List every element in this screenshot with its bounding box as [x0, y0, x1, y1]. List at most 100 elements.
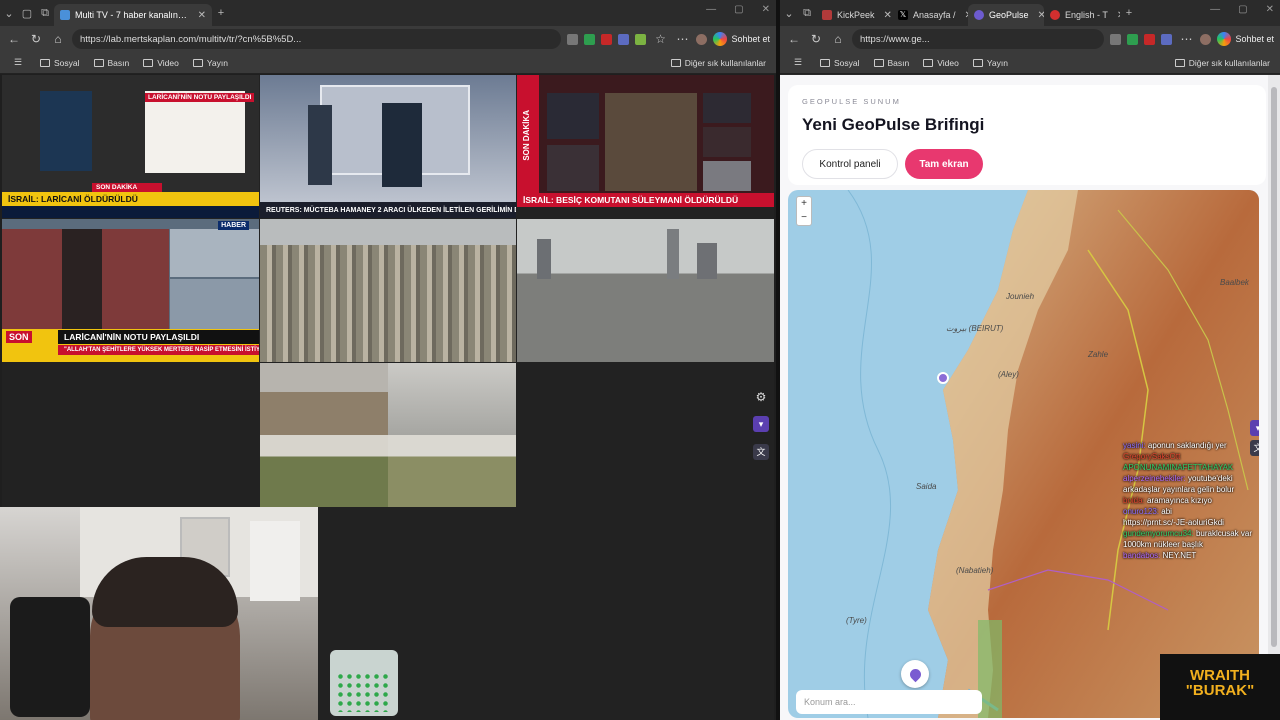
chat-message: bolda: aramayınca kızıyo — [1123, 495, 1259, 506]
copilot-button[interactable]: Sohbet et — [1217, 32, 1274, 46]
maximize-icon[interactable]: ▢ — [734, 4, 743, 15]
streamer-webcam — [0, 507, 318, 720]
extension-icon[interactable] — [601, 33, 613, 45]
sidebar-toggle-icon[interactable]: ☰ — [10, 57, 26, 68]
chat-user: yasini: — [1123, 441, 1146, 450]
extension-icon[interactable] — [618, 33, 630, 45]
favorite-folder-yayin[interactable]: Yayın — [192, 57, 228, 68]
terrain-map[interactable]: + − Jounieh بيروت (BEIRUT) Zahle (Aley) S… — [788, 190, 1259, 718]
favorite-folder-sosyal[interactable]: Sosyal — [820, 58, 860, 68]
live-city-feed-2[interactable] — [517, 219, 774, 362]
extension-icon[interactable] — [1110, 33, 1122, 45]
quad-tile — [388, 435, 516, 507]
extension-icon[interactable] — [584, 33, 596, 45]
close-window-icon[interactable]: ✕ — [1266, 4, 1274, 15]
close-window-icon[interactable]: ✕ — [762, 4, 770, 15]
home-icon[interactable]: ⌂ — [50, 32, 66, 46]
profile-avatar[interactable] — [696, 33, 708, 45]
location-pin[interactable] — [937, 372, 949, 384]
speaker — [62, 229, 102, 329]
extension-icon[interactable] — [1161, 33, 1173, 45]
feed-ticker: REUTERS: MÜCTEBA HAMANEY 2 ARACI ÜLKEDEN… — [260, 202, 516, 218]
streamer-hair — [92, 557, 238, 627]
tab-anasayfa[interactable]: 𝕏 Anasayfa / ✕ — [892, 4, 968, 26]
favorites-icon[interactable]: ☆ — [652, 32, 668, 46]
anchor — [308, 105, 332, 185]
more-icon[interactable]: ⋯ — [1178, 32, 1194, 46]
map-label-baalbek: Baalbek — [1220, 278, 1249, 287]
tab-groups-icon[interactable]: ⧉ — [798, 7, 816, 20]
scrollbar-thumb[interactable] — [1271, 87, 1277, 647]
news-feed-1[interactable]: LARİCANİ'NİN NOTU PAYLAŞILDI SON DAKİKA … — [2, 75, 259, 218]
new-tab-button[interactable]: + — [1120, 7, 1138, 19]
favorite-folder-video[interactable]: Video — [143, 58, 179, 68]
news-feed-3[interactable]: Yeni GeoPulse Brifingi SON DAKİKA İSRAİL… — [517, 75, 774, 218]
favorite-label: Basın — [887, 57, 910, 68]
chat-text: https://prnt.sc/-JE-aoluriGkdi — [1123, 518, 1224, 527]
maximize-icon[interactable]: ▢ — [1238, 4, 1247, 15]
translate-icon[interactable]: 文 — [753, 444, 769, 460]
back-icon[interactable]: ← — [786, 32, 802, 46]
favorite-folder-basin[interactable]: Basın — [873, 57, 910, 68]
live-city-feed-1[interactable] — [260, 219, 516, 362]
minimize-icon[interactable]: — — [706, 4, 716, 15]
copilot-icon — [1217, 32, 1232, 46]
other-favorites[interactable]: Diğer sık kullanılanlar — [670, 58, 766, 68]
workspaces-icon[interactable]: ▢ — [18, 7, 36, 20]
page-scrollbar[interactable] — [1268, 75, 1280, 720]
url-input[interactable]: https://lab.mertskaplan.com/multitv/tr/?… — [72, 29, 562, 49]
extension-icon[interactable] — [1127, 33, 1139, 45]
breaking-tag: SON — [6, 331, 32, 343]
control-panel-button[interactable]: Kontrol paneli — [802, 149, 898, 179]
fullscreen-button[interactable]: Tam ekran — [905, 149, 983, 179]
news-feed-2[interactable]: REUTERS: MÜCTEBA HAMANEY 2 ARACI ÜLKEDEN… — [260, 75, 516, 218]
sidebar-toggle-icon[interactable]: ☰ — [790, 57, 806, 68]
extension-icon[interactable] — [1144, 33, 1156, 45]
minimize-icon[interactable]: — — [1210, 4, 1220, 15]
close-tab-icon[interactable]: ✕ — [198, 10, 206, 21]
home-icon[interactable]: ⌂ — [830, 32, 846, 46]
feed-subticker — [517, 207, 774, 218]
url-input[interactable]: https://www.ge... — [852, 29, 1105, 49]
live-city-quad-feed[interactable] — [260, 363, 516, 507]
location-search-input[interactable]: Konum ara... — [796, 690, 982, 714]
favorite-folder-basin[interactable]: Basın — [93, 58, 129, 68]
profile-avatar[interactable] — [1200, 33, 1212, 45]
favorite-label: Yayın — [206, 57, 228, 68]
refresh-icon[interactable]: ↻ — [808, 32, 824, 46]
favorite-folder-video[interactable]: Video — [923, 58, 959, 68]
tab-multitv[interactable]: Multi TV - 7 haber kanalını aynı anda ✕ — [54, 4, 212, 26]
refresh-icon[interactable]: ↻ — [28, 32, 44, 46]
tab-geopulse[interactable]: GeoPulse ✕ — [968, 4, 1044, 26]
tab-kickpeek[interactable]: KickPeek ✕ — [816, 4, 892, 26]
tab-title: KickPeek — [837, 10, 875, 20]
tab-english[interactable]: English - T ✕ — [1044, 4, 1120, 26]
press-conference — [605, 93, 697, 191]
favorite-folder-sosyal[interactable]: Sosyal — [40, 58, 80, 68]
close-tab-icon[interactable]: ✕ — [884, 10, 892, 21]
copilot-button[interactable]: Sohbet et — [713, 32, 770, 46]
city-inset — [170, 229, 259, 277]
tab-actions-icon[interactable]: ⌄ — [780, 7, 798, 20]
search-placeholder: Konum ara... — [804, 697, 856, 707]
tab-actions-icon[interactable]: ⌄ — [0, 7, 18, 20]
back-icon[interactable]: ← — [6, 32, 22, 46]
url-text: https://lab.mertskaplan.com/multitv/tr/?… — [80, 33, 302, 45]
extension-panel-icon[interactable]: ▾ — [753, 416, 769, 432]
settings-gear-icon[interactable]: ⚙ — [756, 390, 767, 404]
news-feed-4[interactable]: HABER SON LARİCANİ'NİN NOTU PAYLAŞILDI "… — [2, 219, 259, 362]
other-favorites[interactable]: Diğer sık kullanılanlar — [1174, 58, 1270, 68]
new-tab-button[interactable]: + — [212, 7, 230, 19]
more-icon[interactable]: ⋯ — [674, 32, 690, 46]
favorite-folder-yayin[interactable]: Yayın — [972, 58, 1008, 68]
map-label-aley: (Aley) — [998, 370, 1019, 379]
locate-button[interactable] — [901, 660, 929, 688]
chat-message: gundemyorumcu34: buraklcusak var 1000km … — [1123, 528, 1259, 550]
zoom-control[interactable]: + − — [796, 196, 812, 226]
tab-groups-icon[interactable]: ⧉ — [36, 7, 54, 20]
feed-ticker: İSRAİL: BESİÇ KOMUTANI SÜLEYMANİ ÖLDÜRÜL… — [517, 193, 774, 207]
extension-icon[interactable] — [635, 33, 647, 45]
extension-icon[interactable] — [567, 33, 579, 45]
multitv-favicon — [60, 10, 70, 20]
extension-panel-icon[interactable]: ▾ — [1250, 420, 1259, 436]
